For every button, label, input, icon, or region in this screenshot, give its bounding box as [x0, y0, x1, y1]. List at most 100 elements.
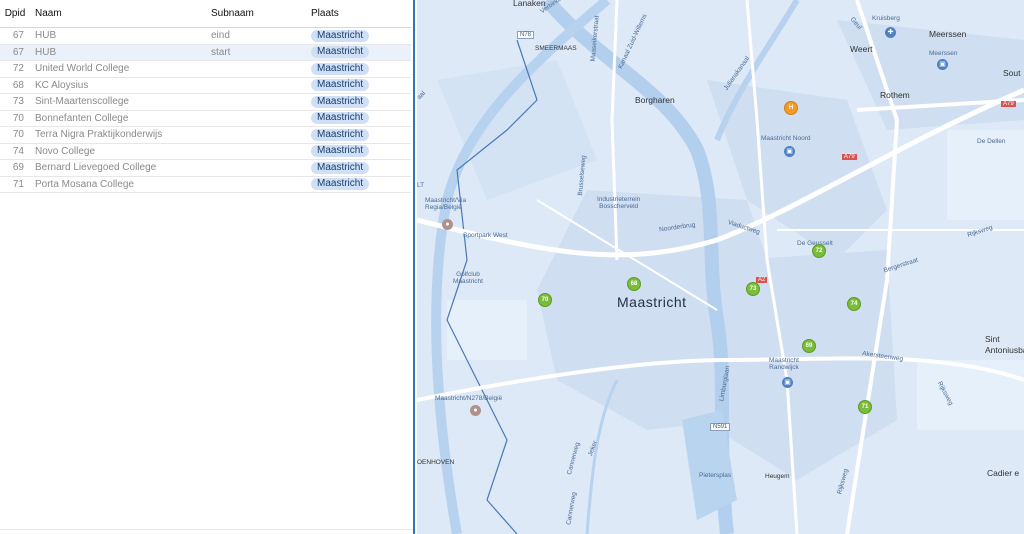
label-borgharen: Borgharen: [635, 95, 675, 105]
table-row[interactable]: 70 Terra Nigra Praktijkonderwijs Maastrich…: [0, 126, 411, 144]
label-rothem: Rothem: [880, 90, 910, 100]
label-de-dellen: De Dellen: [977, 138, 1006, 145]
cell-subnaam: start: [211, 44, 311, 61]
label-weert: Weert: [850, 44, 873, 54]
plaats-badge: Maastricht: [311, 29, 370, 42]
cell-naam: Porta Mosana College: [30, 176, 211, 193]
cell-dpid: 73: [0, 93, 30, 111]
train-station-icon[interactable]: ▣: [937, 59, 948, 70]
col-header-dpid[interactable]: Dpid: [0, 0, 30, 28]
hospital-icon[interactable]: ✚: [885, 27, 896, 38]
map-view[interactable]: Lanaken SMEERMAAS Borgharen Weert Meerss…: [417, 0, 1024, 534]
table-header-row: Dpid Naam Subnaam Plaats: [0, 0, 411, 28]
cell-dpid: 74: [0, 143, 30, 160]
school-marker-73[interactable]: 73: [746, 282, 760, 296]
road-sign-a79-b: A79: [842, 154, 857, 160]
location-pin-icon[interactable]: ●: [470, 405, 481, 416]
label-oenhoven: OENHOVEN: [417, 459, 455, 466]
label-sout: Sout: [1003, 68, 1021, 78]
cell-plaats: Maastricht: [311, 93, 411, 111]
road-sign-n591: N591: [710, 423, 731, 431]
school-marker-71[interactable]: 71: [858, 400, 872, 414]
cell-dpid: 68: [0, 77, 30, 94]
school-table: Dpid Naam Subnaam Plaats 67 HUB eind Maastr…: [0, 0, 411, 193]
col-header-naam[interactable]: Naam: [30, 0, 211, 28]
school-marker-h[interactable]: H: [784, 101, 798, 115]
table-row[interactable]: 70 Bonnefanten College Maastricht: [0, 110, 411, 127]
plaats-badge: Maastricht: [311, 178, 370, 191]
panel-bottom-divider: [0, 529, 413, 530]
cell-subnaam: [211, 126, 311, 144]
train-station-icon[interactable]: ▣: [784, 146, 795, 157]
table-row[interactable]: 71 Porta Mosana College Maastricht: [0, 176, 411, 193]
plaats-badge: Maastricht: [311, 161, 370, 174]
plaats-badge: Maastricht: [311, 46, 370, 59]
label-sportpark-west: Sportpark West: [463, 232, 508, 239]
plaats-badge: Maastricht: [311, 62, 370, 75]
school-marker-69[interactable]: 69: [802, 339, 816, 353]
label-pietersplas: Pietersplas: [699, 472, 732, 479]
cell-subnaam: [211, 143, 311, 160]
cell-dpid: 67: [0, 44, 30, 61]
road-sign-a2: A2: [756, 277, 768, 283]
table-row[interactable]: 72 United World College Maastricht: [0, 60, 411, 78]
cell-dpid: 70: [0, 110, 30, 127]
label-meerssen: Meerssen: [929, 29, 967, 39]
label-golfclub: Golfclub Maastricht: [453, 271, 483, 285]
col-header-subnaam[interactable]: Subnaam: [211, 0, 311, 28]
label-meerssen-station: Meerssen: [929, 50, 958, 57]
table-row[interactable]: 67 HUB eind Maastricht: [0, 27, 411, 45]
cell-dpid: 71: [0, 176, 30, 193]
table-row[interactable]: 67 HUB start Maastricht: [0, 44, 411, 61]
cell-subnaam: [211, 77, 311, 94]
cell-naam: Sint-Maartenscollege: [30, 93, 211, 111]
cell-subnaam: [211, 60, 311, 78]
label-smeermaas: SMEERMAAS: [535, 45, 577, 52]
cell-subnaam: [211, 110, 311, 127]
label-randwijck: Maastricht Randwijck: [769, 357, 799, 371]
cell-dpid: 67: [0, 27, 30, 45]
label-maastricht: Maastricht: [617, 294, 687, 310]
train-station-icon[interactable]: ▣: [782, 377, 793, 388]
location-pin-icon[interactable]: ●: [442, 219, 453, 230]
table-row[interactable]: 69 Bernard Lievegoed College Maastricht: [0, 159, 411, 177]
cell-subnaam: [211, 93, 311, 111]
cell-plaats: Maastricht: [311, 60, 411, 78]
school-marker-72[interactable]: 72: [812, 244, 826, 258]
table-row[interactable]: 68 KC Aloysius Maastricht: [0, 77, 411, 94]
cell-plaats: Maastricht: [311, 126, 411, 144]
label-heugem: Heugem: [765, 473, 790, 480]
cell-naam: Bonnefanten College: [30, 110, 211, 127]
road-sign-n78: N78: [517, 31, 535, 39]
cell-naam: HUB: [30, 27, 211, 45]
cell-naam: Novo College: [30, 143, 211, 160]
table-row[interactable]: 74 Novo College Maastricht: [0, 143, 411, 160]
cell-naam: United World College: [30, 60, 211, 78]
col-header-plaats[interactable]: Plaats: [311, 0, 411, 28]
label-maastricht-via-regia: Maastricht/Via Regia/België: [425, 197, 467, 211]
school-table-panel: Dpid Naam Subnaam Plaats 67 HUB eind Maastr…: [0, 0, 415, 534]
label-maastricht-noord: Maastricht Noord: [761, 135, 811, 142]
plaats-badge: Maastricht: [311, 112, 370, 125]
road-sign-a79: A79: [1001, 101, 1016, 107]
table-row[interactable]: 73 Sint-Maartenscollege Maastricht: [0, 93, 411, 111]
cell-plaats: Maastricht: [311, 159, 411, 177]
cell-subnaam: [211, 176, 311, 193]
school-marker-74[interactable]: 74: [847, 297, 861, 311]
label-cadier: Cadier e: [987, 468, 1020, 478]
school-marker-68[interactable]: 68: [627, 277, 641, 291]
map-base: [417, 0, 1024, 534]
plaats-badge: Maastricht: [311, 145, 370, 158]
cell-plaats: Maastricht: [311, 143, 411, 160]
label-lt: LT: [417, 182, 425, 189]
label-sint-antoniusbank: Sint Antoniusban: [985, 334, 1024, 355]
cell-dpid: 72: [0, 60, 30, 78]
plaats-badge: Maastricht: [311, 79, 370, 92]
cell-plaats: Maastricht: [311, 44, 411, 61]
cell-naam: Bernard Lievegoed College: [30, 159, 211, 177]
label-kruisberg: Kruisberg: [872, 15, 900, 22]
cell-dpid: 70: [0, 126, 30, 144]
cell-naam: KC Aloysius: [30, 77, 211, 94]
school-marker-70[interactable]: 70: [538, 293, 552, 307]
cell-dpid: 69: [0, 159, 30, 177]
